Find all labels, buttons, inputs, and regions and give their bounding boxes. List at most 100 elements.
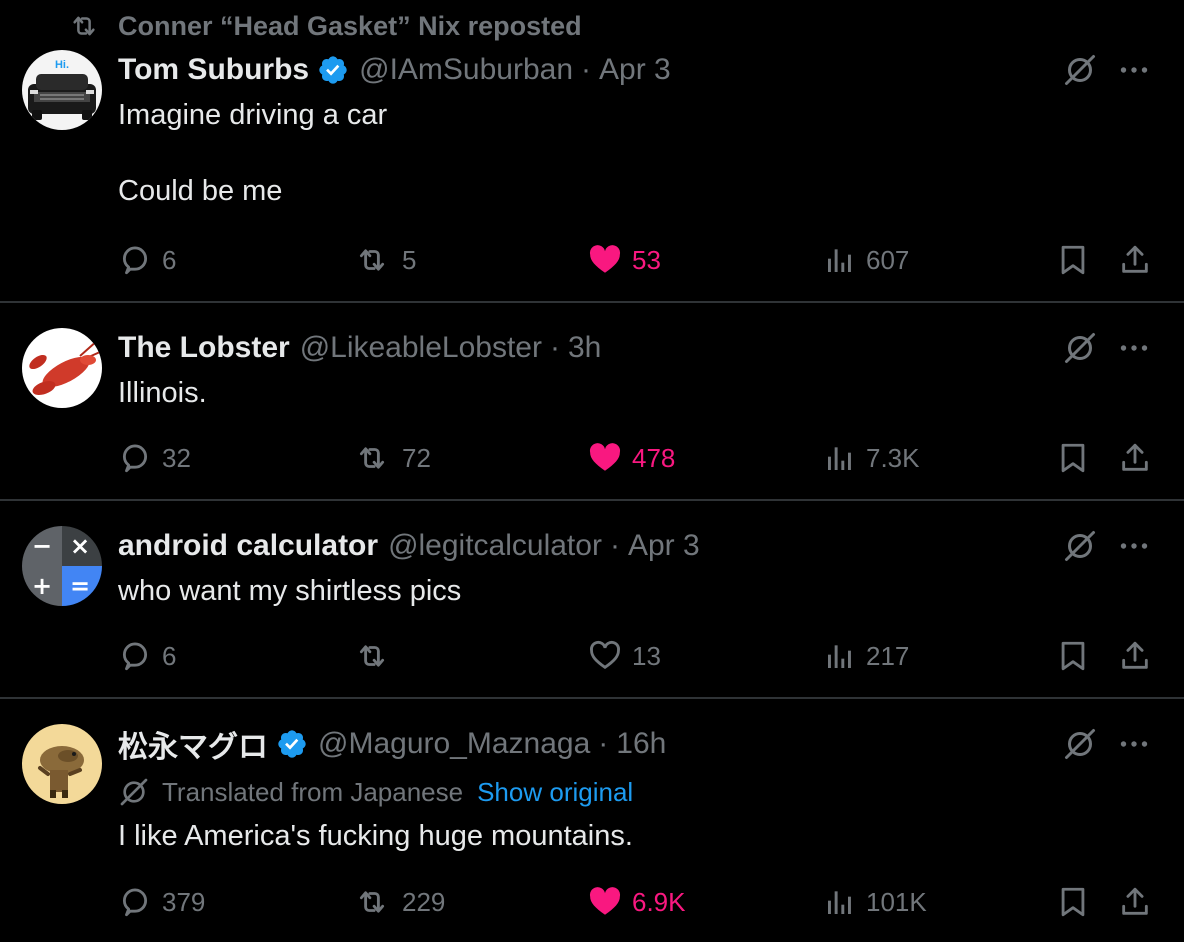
translation-notice: Translated from Japanese Show original [118,772,633,812]
handle[interactable]: @IAmSuburban [359,53,573,87]
verified-badge-icon [276,728,308,760]
more-icon[interactable] [1116,726,1152,762]
bookmark-button[interactable] [1056,636,1090,676]
separator-dot: · [609,529,620,562]
handle[interactable]: @legitcalculator [388,529,602,563]
separator-dot: · [549,331,560,364]
views-icon [828,645,851,668]
more-icon[interactable] [1116,528,1152,564]
reply-button[interactable]: 6 [118,636,176,676]
separator-dot: · [581,53,592,86]
grok-icon[interactable] [1062,330,1098,366]
avatar[interactable]: Hi. [22,50,102,130]
like-count: 53 [632,244,661,275]
repost-count: 5 [402,244,417,275]
grok-icon[interactable] [1062,528,1098,564]
timestamp[interactable]: 3h [568,331,601,365]
avatar[interactable] [22,328,102,408]
action-bar: 379 229 6.9K 101K [0,882,1184,922]
reply-count: 32 [162,442,191,473]
reply-icon [122,642,148,671]
show-original-link[interactable]: Show original [477,777,633,808]
reply-button[interactable]: 6 [118,240,176,280]
view-count: 101K [866,886,927,917]
heart-icon [589,245,621,273]
handle[interactable]: @LikeableLobster [300,331,542,365]
more-icon[interactable] [1116,330,1152,366]
timestamp[interactable]: Apr 3 [628,529,700,563]
avatar-plus: + [32,572,52,600]
reply-button[interactable]: 32 [118,438,191,478]
display-name[interactable]: The Lobster [118,331,290,365]
avatar-minus: − [32,532,52,560]
views-icon [828,891,851,914]
like-button[interactable]: 53 [588,240,661,280]
like-button[interactable]: 478 [588,438,675,478]
tweet-2[interactable]: The Lobster @LikeableLobster · 3h Illino… [0,303,1184,499]
repost-button[interactable]: 5 [352,240,416,280]
repost-banner: Conner “Head Gasket” Nix reposted [64,8,582,44]
share-button[interactable] [1118,882,1152,922]
translated-label: Translated from Japanese [162,776,464,807]
like-button[interactable]: 6.9K [588,882,686,922]
view-count: 607 [866,244,910,275]
avatar-equals: = [70,572,90,600]
views-button[interactable]: 607 [824,240,909,280]
repost-banner-text[interactable]: Conner “Head Gasket” Nix reposted [118,11,582,42]
repost-icon [73,16,95,36]
tweet-header: Tom Suburbs @IAmSuburban · Apr 3 [118,50,671,90]
reply-count: 6 [162,640,177,671]
reply-icon [122,246,148,275]
tweet-header: The Lobster @LikeableLobster · 3h [118,328,601,368]
display-name[interactable]: android calculator [118,529,378,563]
display-name[interactable]: 松永マグロ [118,722,268,766]
grok-icon[interactable] [1062,52,1098,88]
repost-button[interactable]: 72 [352,438,431,478]
tweet-1[interactable]: Conner “Head Gasket” Nix reposted Hi. To… [0,0,1184,302]
grok-icon[interactable] [1062,726,1098,762]
tweet-header: android calculator @legitcalculator · Ap… [118,526,700,566]
avatar-label: Hi. [55,59,69,71]
heart-icon [589,887,621,915]
action-bar: 32 72 478 7.3K [0,438,1184,478]
bookmark-button[interactable] [1056,240,1090,280]
reply-button[interactable]: 379 [118,882,205,922]
bookmark-icon [1061,887,1085,917]
bookmark-button[interactable] [1056,882,1090,922]
share-button[interactable] [1118,438,1152,478]
tweet-text: I like America's fucking huge mountains. [118,820,633,852]
action-bar: 6 5 53 607 [0,240,1184,280]
bookmark-icon [1061,641,1085,671]
display-name[interactable]: Tom Suburbs [118,53,309,87]
timestamp[interactable]: 16h [616,727,666,761]
views-button[interactable]: 217 [824,636,909,676]
tweet-4[interactable]: 松永マグロ @Maguro_Maznaga · 16h Translated f… [0,699,1184,942]
avatar[interactable]: − × + = [22,526,102,606]
like-count: 13 [632,640,661,671]
avatar-times: × [70,532,90,560]
repost-icon [359,249,385,271]
handle[interactable]: @Maguro_Maznaga [318,727,590,761]
views-button[interactable]: 7.3K [824,438,920,478]
like-button[interactable]: 13 [588,636,661,676]
separator-dot: · [598,727,609,760]
more-icon[interactable] [1116,52,1152,88]
share-button[interactable] [1118,240,1152,280]
views-button[interactable]: 101K [824,882,927,922]
repost-icon [359,645,385,667]
grok-icon [120,778,148,806]
views-icon [828,249,851,272]
share-icon [1122,887,1148,915]
reply-icon [122,888,148,917]
repost-button[interactable] [352,636,402,676]
share-icon [1122,245,1148,273]
tweet-3[interactable]: − × + = android calculator @legitcalcula… [0,501,1184,697]
action-bar: 6 13 217 [0,636,1184,676]
bookmark-button[interactable] [1056,438,1090,478]
repost-button[interactable]: 229 [352,882,445,922]
tweet-text: who want my shirtless pics [118,575,462,607]
share-button[interactable] [1118,636,1152,676]
avatar[interactable] [22,724,102,804]
timestamp[interactable]: Apr 3 [599,53,671,87]
reply-icon [122,444,148,473]
